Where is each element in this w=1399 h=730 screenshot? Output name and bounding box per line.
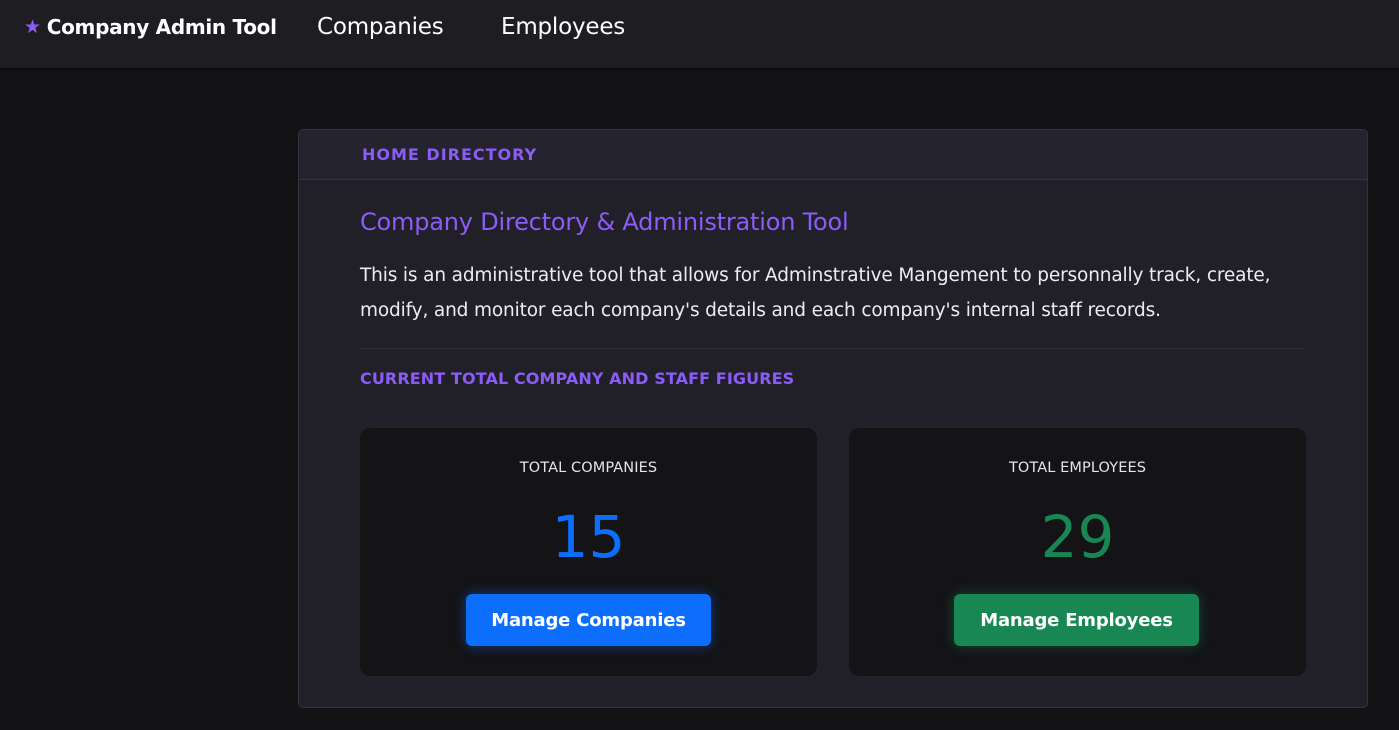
brand-link[interactable]: ★ Company Admin Tool	[24, 15, 277, 39]
home-directory-card: HOME DIRECTORY Company Directory & Admin…	[298, 129, 1368, 708]
card-body: Company Directory & Administration Tool …	[360, 208, 1305, 388]
total-companies-label: TOTAL COMPANIES	[519, 460, 658, 476]
manage-companies-button[interactable]: Manage Companies	[466, 594, 711, 646]
nav-link-companies[interactable]: Companies	[317, 14, 444, 40]
divider	[360, 348, 1305, 349]
total-employees-label: TOTAL EMPLOYEES	[1008, 460, 1147, 476]
total-employees-panel: TOTAL EMPLOYEES 29 Manage Employees	[849, 428, 1306, 676]
top-navbar: ★ Company Admin Tool Companies Employees	[0, 0, 1399, 68]
nav-link-employees[interactable]: Employees	[501, 14, 625, 40]
total-companies-value: 15	[551, 503, 626, 571]
total-employees-value: 29	[1040, 503, 1115, 571]
page-description: This is an administrative tool that allo…	[360, 265, 1271, 321]
star-icon: ★	[24, 15, 41, 38]
figures-section-label: CURRENT TOTAL COMPANY AND STAFF FIGURES	[360, 369, 795, 388]
page-title: Company Directory & Administration Tool	[360, 208, 849, 236]
brand-label: Company Admin Tool	[46, 15, 277, 39]
card-header: HOME DIRECTORY	[299, 130, 1367, 180]
card-header-label: HOME DIRECTORY	[362, 145, 538, 164]
manage-employees-button[interactable]: Manage Employees	[954, 594, 1199, 646]
total-companies-panel: TOTAL COMPANIES 15 Manage Companies	[360, 428, 817, 676]
